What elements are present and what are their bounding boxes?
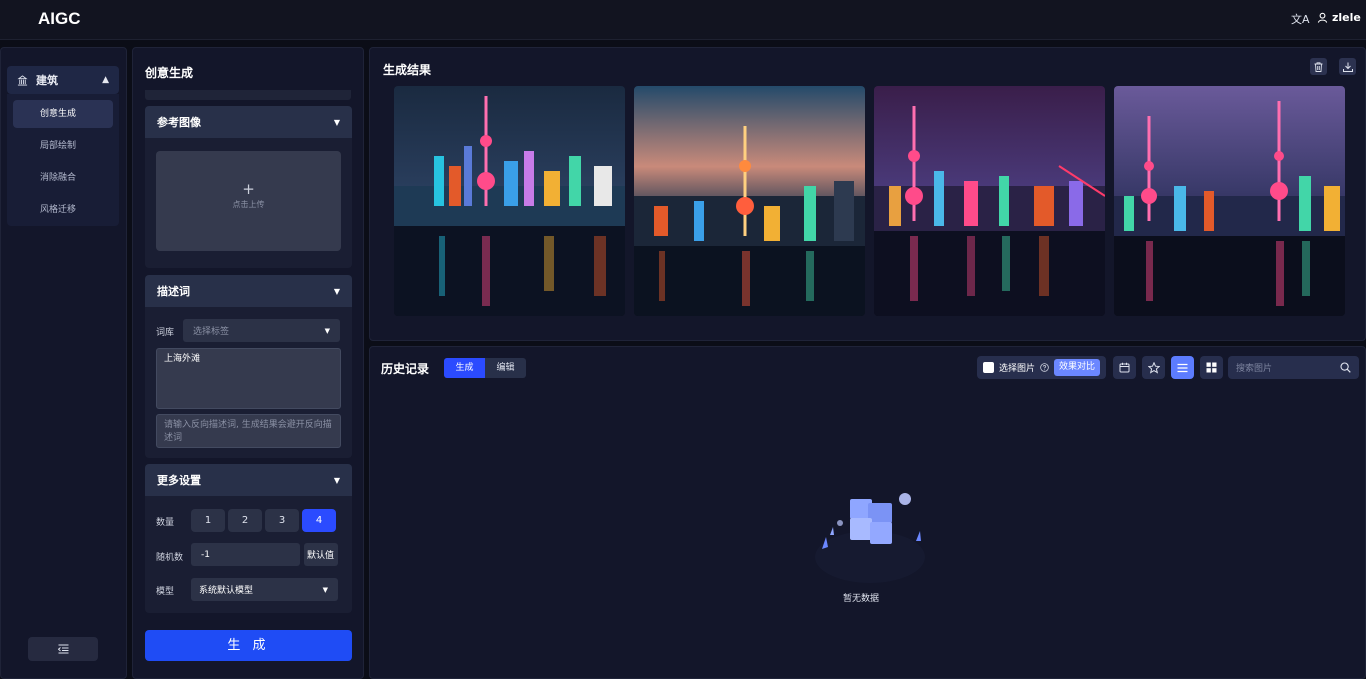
favorites-button[interactable] xyxy=(1142,356,1165,379)
calendar-button[interactable] xyxy=(1113,356,1136,379)
compare-button[interactable]: 效果对比 xyxy=(1054,359,1101,376)
reference-image-header[interactable]: 参考图像 ▼ xyxy=(145,106,352,138)
section-title: 参考图像 xyxy=(157,116,201,129)
upload-label: 点击上传 xyxy=(232,200,265,209)
chevron-up-icon: ▲ xyxy=(102,75,109,85)
section-title: 更多设置 xyxy=(157,474,201,487)
more-settings-section: 更多设置 ▼ 数量 1 2 3 4 随机数 -1 默认值 模型 系统默认模型 ▼ xyxy=(145,464,352,613)
select-images-label: 选择图片 xyxy=(999,364,1036,374)
search-placeholder: 搜索图片 xyxy=(1236,364,1273,374)
result-image-4[interactable] xyxy=(1114,86,1345,316)
section-title: 描述词 xyxy=(157,285,190,298)
sidebar-item-partial-drawing[interactable]: 局部绘制 xyxy=(13,132,113,160)
count-option-3[interactable]: 3 xyxy=(265,509,299,532)
empty-state-illustration xyxy=(815,493,925,583)
lexicon-label: 词库 xyxy=(156,328,175,338)
sidebar-category-label: 建筑 xyxy=(36,74,58,87)
delete-button[interactable] xyxy=(1310,58,1327,75)
seed-default-button[interactable]: 默认值 xyxy=(304,543,338,566)
results-panel: 生成结果 xyxy=(369,47,1366,341)
model-label: 模型 xyxy=(156,587,175,597)
search-input[interactable]: 搜索图片 xyxy=(1228,356,1359,379)
count-option-4[interactable]: 4 xyxy=(302,509,336,532)
select-images-group: 选择图片 效果对比 xyxy=(977,356,1106,379)
result-image-3[interactable] xyxy=(874,86,1105,316)
generation-panel: 创意生成 参考图像 ▼ + 点击上传 描述词 ▼ 词库 选择标签 ▼ 上海外滩 … xyxy=(132,47,364,679)
download-button[interactable] xyxy=(1339,58,1356,75)
caret-down-icon: ▼ xyxy=(324,326,330,335)
lexicon-placeholder: 选择标签 xyxy=(193,327,230,337)
indent-icon xyxy=(57,644,68,654)
result-image-1[interactable] xyxy=(394,86,625,316)
lexicon-select[interactable]: 选择标签 ▼ xyxy=(183,319,340,342)
generate-button[interactable]: 生 成 xyxy=(145,630,352,661)
model-value: 系统默认模型 xyxy=(199,586,254,596)
panel-title: 创意生成 xyxy=(145,66,194,80)
history-panel: 历史记录 生成 编辑 选择图片 效果对比 搜索图片 暂无数据 xyxy=(369,346,1366,679)
empty-state-text: 暂无数据 xyxy=(843,594,880,604)
caret-down-icon: ▼ xyxy=(333,286,340,296)
username: zlele xyxy=(1332,11,1361,24)
history-title: 历史记录 xyxy=(381,362,430,376)
user-icon xyxy=(1317,12,1328,23)
translate-icon[interactable]: 文A xyxy=(1291,11,1310,27)
sidebar-item-style-transfer[interactable]: 风格迁移 xyxy=(13,196,113,224)
seed-label: 随机数 xyxy=(156,553,184,563)
caret-down-icon: ▼ xyxy=(333,117,340,127)
top-bar: AIGC 文A zlele xyxy=(0,0,1366,40)
caret-down-icon: ▼ xyxy=(322,585,328,594)
prompt-header[interactable]: 描述词 ▼ xyxy=(145,275,352,307)
prompt-section: 描述词 ▼ 词库 选择标签 ▼ 上海外滩 请输入反向描述词, 生成结果会避开反向… xyxy=(145,275,352,458)
prompt-textarea[interactable]: 上海外滩 xyxy=(156,348,341,409)
result-image-2[interactable] xyxy=(634,86,865,316)
model-select[interactable]: 系统默认模型 ▼ xyxy=(191,578,338,601)
caret-down-icon: ▼ xyxy=(333,475,340,485)
tab-generate[interactable]: 生成 xyxy=(444,358,485,378)
count-option-1[interactable]: 1 xyxy=(191,509,225,532)
sidebar-category-architecture[interactable]: 建筑 ▲ xyxy=(7,66,119,94)
sidebar-item-creative-generation[interactable]: 创意生成 xyxy=(13,100,113,128)
negative-prompt-textarea[interactable]: 请输入反向描述词, 生成结果会避开反向描述词 xyxy=(156,414,341,448)
building-icon xyxy=(17,74,28,86)
user-menu[interactable]: zlele xyxy=(1317,11,1361,24)
upload-area[interactable]: + 点击上传 xyxy=(156,151,341,251)
divider xyxy=(145,90,351,100)
download-icon xyxy=(1342,62,1353,72)
count-label: 数量 xyxy=(156,518,175,528)
collapse-sidebar-button[interactable] xyxy=(28,637,98,661)
seed-input[interactable]: -1 xyxy=(191,543,300,566)
grid-icon xyxy=(1206,362,1217,373)
star-icon xyxy=(1147,361,1160,374)
list-view-button[interactable] xyxy=(1171,356,1194,379)
count-option-2[interactable]: 2 xyxy=(228,509,262,532)
calendar-icon xyxy=(1119,362,1130,373)
help-icon[interactable] xyxy=(1040,363,1049,372)
plus-icon: + xyxy=(242,180,255,198)
trash-icon xyxy=(1314,61,1323,72)
select-images-checkbox[interactable] xyxy=(983,362,994,373)
sidebar: 建筑 ▲ 创意生成 局部绘制 消除融合 风格迁移 xyxy=(0,47,127,679)
tab-edit[interactable]: 编辑 xyxy=(485,358,526,378)
sidebar-item-erase-fusion[interactable]: 消除融合 xyxy=(13,164,113,192)
grid-view-button[interactable] xyxy=(1200,356,1223,379)
sidebar-submenu: 创意生成 局部绘制 消除融合 风格迁移 xyxy=(7,94,119,226)
search-icon[interactable] xyxy=(1340,362,1351,373)
app-logo[interactable]: AIGC xyxy=(38,9,81,29)
history-tabs: 生成 编辑 xyxy=(444,358,526,378)
list-icon xyxy=(1177,363,1188,372)
results-title: 生成结果 xyxy=(383,63,432,77)
more-settings-header[interactable]: 更多设置 ▼ xyxy=(145,464,352,496)
reference-image-section: 参考图像 ▼ + 点击上传 xyxy=(145,106,352,268)
